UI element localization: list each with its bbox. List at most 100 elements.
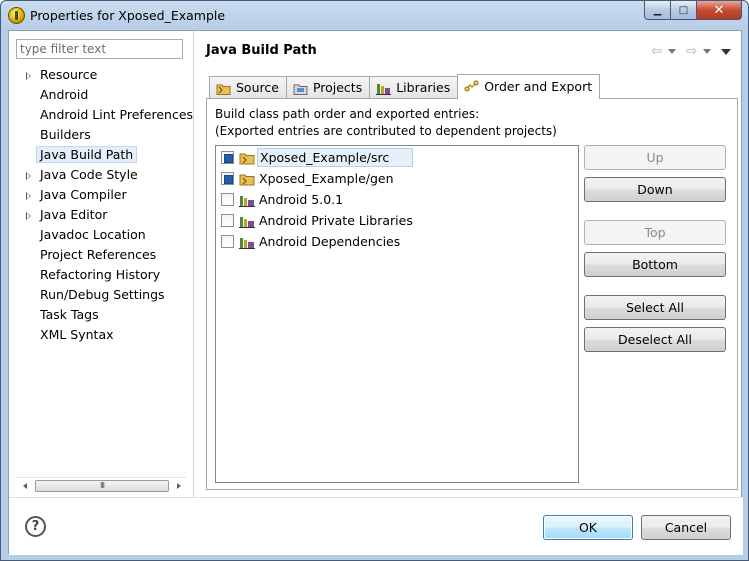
tab-libraries[interactable]: Libraries	[369, 76, 459, 99]
tree-item-project-references[interactable]: Project References	[9, 245, 193, 265]
entry-label: Android Private Libraries	[259, 213, 413, 228]
projects-icon	[293, 84, 308, 95]
tab-label: Source	[236, 80, 279, 95]
classpath-entries-list[interactable]: Xposed_Example/src Xposed_Example/gen An…	[215, 145, 579, 483]
source-folder-icon	[239, 153, 255, 164]
scroll-right-icon[interactable]	[177, 483, 181, 489]
expand-arrow-icon[interactable]	[26, 172, 31, 180]
top-button[interactable]: Top	[584, 220, 726, 245]
tree-item-refactoring-history[interactable]: Refactoring History	[9, 265, 193, 285]
panel-divider[interactable]	[193, 31, 194, 497]
forward-history-dropdown-icon[interactable]	[703, 49, 711, 54]
dialog-client-area: type filter text Resource Android Androi…	[8, 30, 743, 555]
minimize-icon: ▁	[653, 4, 662, 16]
close-button[interactable]: ✕	[697, 1, 742, 20]
tree-item-java-code-style[interactable]: Java Code Style	[9, 165, 193, 185]
tree-item-label: XML Syntax	[40, 327, 114, 342]
properties-dialog-window: Properties for Xposed_Example ▁ □ ✕ type…	[0, 0, 749, 561]
order-export-tab-content: Build class path order and exported entr…	[206, 98, 738, 490]
tree-item-run-debug-settings[interactable]: Run/Debug Settings	[9, 285, 193, 305]
tree-item-label: Task Tags	[40, 307, 99, 322]
horizontal-scrollbar[interactable]: III	[16, 477, 186, 494]
page-title: Java Build Path	[206, 43, 317, 58]
tree-item-builders[interactable]: Builders	[9, 125, 193, 145]
list-item[interactable]: Xposed_Example/gen	[221, 169, 396, 188]
list-item[interactable]: Xposed_Example/src	[221, 148, 414, 167]
tree-item-label: Java Editor	[40, 207, 108, 222]
tree-item-label: Android Lint Preferences	[40, 107, 194, 122]
order-export-icon	[464, 80, 479, 92]
tree-item-java-editor[interactable]: Java Editor	[9, 205, 193, 225]
tree-item-java-compiler[interactable]: Java Compiler	[9, 185, 193, 205]
list-item[interactable]: Android 5.0.1	[221, 190, 345, 209]
expand-arrow-icon[interactable]	[26, 192, 31, 200]
expand-arrow-icon[interactable]	[26, 212, 31, 220]
back-arrow-icon[interactable]: ⇦	[651, 44, 662, 59]
view-menu-icon[interactable]	[721, 48, 731, 55]
build-path-tabs: Source Projects Libraries Order and Expo…	[209, 74, 601, 99]
ok-button[interactable]: OK	[543, 515, 633, 540]
source-folder-icon	[239, 174, 255, 185]
category-tree: Resource Android Android Lint Preference…	[9, 65, 193, 345]
export-checkbox[interactable]	[221, 193, 234, 206]
select-all-button[interactable]: Select All	[584, 295, 726, 320]
tree-item-android[interactable]: Android	[9, 85, 193, 105]
tab-label: Order and Export	[484, 79, 593, 94]
tree-item-label: Run/Debug Settings	[40, 287, 165, 302]
library-icon	[239, 216, 255, 228]
up-button[interactable]: Up	[584, 145, 726, 170]
bottom-button[interactable]: Bottom	[584, 252, 726, 277]
tree-item-resource[interactable]: Resource	[9, 65, 193, 85]
close-icon: ✕	[713, 2, 725, 18]
tree-item-label: Java Build Path	[36, 146, 138, 163]
tree-item-label: Project References	[40, 247, 157, 262]
entry-label: Android Dependencies	[259, 234, 401, 249]
description-line: (Exported entries are contributed to dep…	[215, 124, 557, 138]
tab-source[interactable]: Source	[209, 76, 287, 99]
tree-item-xml-syntax[interactable]: XML Syntax	[9, 325, 193, 345]
tree-item-java-build-path[interactable]: Java Build Path	[9, 145, 193, 165]
back-history-dropdown-icon[interactable]	[668, 49, 677, 54]
maximize-icon: □	[678, 4, 689, 16]
list-item[interactable]: Android Dependencies	[221, 232, 402, 251]
source-folder-icon	[216, 84, 231, 95]
property-page: Java Build Path ⇦ ⇨ Source Projects Libr…	[199, 31, 743, 497]
expand-arrow-icon[interactable]	[26, 72, 31, 80]
dialog-footer: ? OK Cancel	[9, 497, 743, 555]
scroll-left-icon[interactable]	[23, 483, 27, 489]
tab-description: Build class path order and exported entr…	[215, 106, 557, 140]
forward-arrow-icon[interactable]: ⇨	[686, 44, 697, 59]
tree-item-task-tags[interactable]: Task Tags	[9, 305, 193, 325]
tree-item-label: Java Code Style	[40, 167, 138, 182]
tree-item-label: Java Compiler	[40, 187, 127, 202]
minimize-button[interactable]: ▁	[644, 1, 671, 20]
library-icon	[239, 195, 255, 207]
export-checkbox[interactable]	[221, 235, 234, 248]
entry-label: Xposed_Example/gen	[259, 171, 394, 186]
maximize-button[interactable]: □	[671, 1, 697, 20]
down-button[interactable]: Down	[584, 177, 726, 202]
cancel-button[interactable]: Cancel	[641, 515, 731, 540]
title-bar[interactable]: Properties for Xposed_Example ▁ □ ✕	[1, 1, 748, 31]
tree-item-android-lint-preferences[interactable]: Android Lint Preferences	[9, 105, 193, 125]
deselect-all-button[interactable]: Deselect All	[584, 327, 726, 352]
list-item[interactable]: Android Private Libraries	[221, 211, 415, 230]
export-checkbox[interactable]	[221, 172, 234, 185]
export-checkbox[interactable]	[221, 214, 234, 227]
filter-input[interactable]: type filter text	[16, 39, 183, 59]
tab-projects[interactable]: Projects	[285, 76, 371, 99]
scroll-thumb[interactable]: III	[35, 480, 169, 492]
help-icon[interactable]: ?	[25, 516, 46, 537]
export-checkbox[interactable]	[221, 151, 234, 164]
tree-item-label: Builders	[40, 127, 91, 142]
tree-item-label: Android	[40, 87, 89, 102]
tree-item-javadoc-location[interactable]: Javadoc Location	[9, 225, 193, 245]
tree-item-label: Resource	[40, 67, 98, 82]
category-panel: type filter text Resource Android Androi…	[9, 31, 193, 497]
description-line: Build class path order and exported entr…	[215, 107, 480, 121]
libraries-icon	[376, 84, 392, 95]
window-controls: ▁ □ ✕	[644, 1, 742, 20]
tab-order-and-export[interactable]: Order and Export	[457, 74, 601, 99]
tab-label: Libraries	[396, 80, 451, 95]
android-eclipse-icon	[8, 7, 25, 24]
